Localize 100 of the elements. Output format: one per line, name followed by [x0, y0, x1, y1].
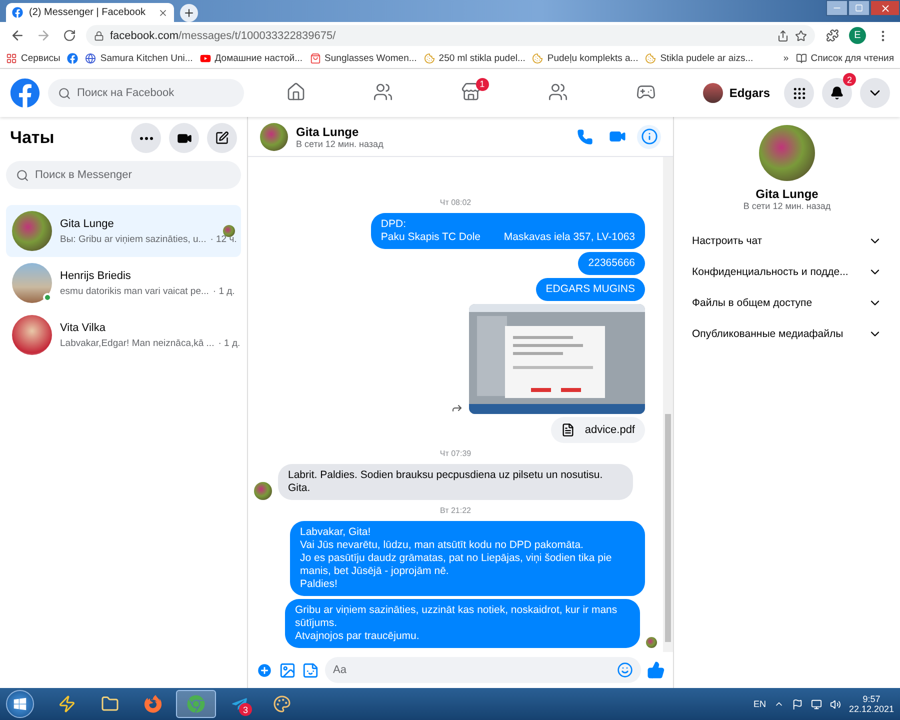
clock-date: 22.12.2021	[848, 704, 894, 714]
smiley-icon[interactable]	[617, 662, 633, 678]
speaker-icon[interactable]	[830, 698, 841, 710]
store-nav-button[interactable]: 1	[450, 78, 491, 108]
bell-icon	[830, 86, 844, 100]
close-button[interactable]	[870, 0, 900, 16]
settings-section[interactable]: Настроить чат	[684, 225, 890, 256]
new-tab-button[interactable]	[180, 4, 198, 22]
contact-name: Vita Vilka	[60, 322, 106, 334]
groups-icon	[548, 82, 568, 102]
avatar-photo	[12, 211, 52, 251]
message-preview: Вы: Gribu ar viņiem sazināties, u...	[60, 234, 206, 244]
online-status: В сети 12 мин. назад	[743, 201, 831, 211]
notifications-button[interactable]	[822, 78, 852, 108]
flag-icon[interactable]	[792, 698, 803, 710]
firefox-icon	[144, 695, 162, 713]
settings-section[interactable]: Опубликованные медиафайлы	[684, 318, 890, 349]
search-icon	[58, 86, 71, 100]
contact-name: Henrijs Briedis	[60, 270, 132, 282]
bookmark-link[interactable]: Samura Kitchen Uni...	[85, 53, 193, 64]
message-timestamp: Чт 07:39	[440, 449, 472, 458]
grid-icon	[792, 86, 806, 100]
account-menu-button[interactable]	[860, 78, 890, 108]
messenger-search-field[interactable]: Поиск в Messenger	[6, 161, 241, 189]
chrome-icon	[187, 695, 205, 713]
online-status: В сети 12 мин. назад	[296, 138, 384, 148]
address-field[interactable]: facebook.com/messages/t/100033322839675/	[86, 25, 815, 46]
message-bubble: EDGARS MUGINS	[536, 278, 645, 301]
bookmark-link[interactable]: Pudeļu komplekts a...	[532, 53, 638, 64]
options-button[interactable]	[131, 123, 161, 153]
avatar-photo	[12, 315, 52, 355]
phone-icon	[577, 128, 593, 144]
facebook-logo-icon	[12, 7, 23, 18]
notification-badge: 3	[239, 703, 252, 716]
message-time: · 1 д.	[212, 286, 235, 296]
search-field[interactable]: Поиск на Facebook	[48, 79, 244, 107]
browser-tab[interactable]: (2) Messenger | Facebook	[6, 3, 174, 22]
facebook-logo[interactable]	[10, 78, 40, 108]
message-timestamp: Чт 08:02	[440, 198, 472, 207]
chat-list-item[interactable]: Gita Lunge Вы: Gribu ar viņiem sazināties, u... · 12 ч.	[6, 205, 241, 257]
star-icon[interactable]	[795, 30, 807, 42]
puzzle-icon	[826, 29, 838, 42]
apps-grid-icon	[6, 53, 17, 64]
bookmark-link[interactable]: Сервисы	[6, 53, 60, 64]
share-icon[interactable]	[777, 30, 789, 42]
new-message-button[interactable]	[207, 123, 237, 153]
forward-arrow-icon	[36, 28, 50, 43]
bookmark-link[interactable]: Stikla pudele ar aizs...	[645, 53, 754, 64]
plus-icon[interactable]	[256, 662, 273, 678]
cookie-icon	[424, 53, 435, 64]
cookie-icon	[645, 53, 656, 64]
chat-list-item[interactable]: Henrijs Briedis esmu datorikis man vari vaicat pe... · 1 д.	[6, 257, 241, 309]
maximize-button[interactable]	[848, 0, 870, 16]
start-button[interactable]	[6, 690, 34, 718]
menu-grid-button[interactable]	[784, 78, 814, 108]
document-icon	[560, 423, 575, 437]
message-input-field[interactable]: Aa	[325, 657, 641, 683]
more-bookmarks-link[interactable]: »	[783, 53, 789, 64]
thumbs-up-icon[interactable]	[647, 661, 665, 679]
settings-section[interactable]: Конфиденциальность и подде...	[684, 256, 890, 287]
play-icon	[200, 53, 211, 64]
language-indicator[interactable]: EN	[753, 699, 766, 709]
bookmark-link[interactable]: Домашние настой...	[200, 53, 303, 64]
compose-icon	[215, 131, 229, 145]
bookmark-link[interactable]	[67, 53, 78, 64]
profile-avatar[interactable]: E	[849, 27, 866, 44]
forward-arrow-icon[interactable]	[451, 402, 463, 414]
facebook-logo-icon	[67, 53, 78, 64]
file-attachment[interactable]: advice.pdf	[550, 417, 645, 443]
monitor-icon[interactable]	[810, 698, 822, 710]
chats-title: Чаты	[10, 128, 56, 148]
info-button[interactable]	[637, 124, 661, 148]
windows-logo-icon	[13, 697, 27, 711]
sticker-icon[interactable]	[302, 662, 319, 678]
friends-icon	[373, 82, 394, 102]
message-bubble: Gribu ar viņiem sazināties, uzzināt kas notiek, noskaidrot, kur ir mans sūtījums. Atvajnojos par traucējumu.	[285, 599, 640, 648]
close-icon[interactable]	[158, 8, 168, 18]
video-call-button[interactable]	[169, 123, 199, 153]
palette-icon	[273, 695, 291, 713]
tab-title: (2) Messenger | Facebook	[29, 7, 147, 18]
minimize-button[interactable]	[826, 0, 848, 16]
bookmark-link[interactable]: Sunglasses Women...	[310, 53, 417, 64]
plus-icon	[183, 7, 195, 19]
taskbar-app-button[interactable]: 3	[219, 690, 259, 718]
settings-section[interactable]: Файлы в общем доступе	[684, 287, 890, 318]
chat-list-item[interactable]: Vita Vilka Labvakar,Edgar! Man neiznāca,kā ... · 1 д.	[6, 309, 241, 361]
info-icon	[640, 128, 658, 145]
scrollbar[interactable]	[663, 157, 673, 652]
ellipsis-icon	[140, 136, 152, 140]
avatar-photo	[254, 482, 272, 500]
contact-name: Gita Lunge	[60, 218, 115, 230]
contact-name: Gita Lunge	[296, 124, 360, 138]
profile-button[interactable]: Edgars	[697, 82, 776, 104]
lock-icon	[94, 30, 104, 40]
globe-icon	[85, 53, 96, 64]
bookmark-link[interactable]: 250 ml stikla pudel...	[424, 53, 526, 64]
reading-list-link[interactable]: Список для чтения	[796, 53, 894, 64]
message-timestamp: Вт 21:22	[440, 506, 471, 515]
image-icon[interactable]	[279, 662, 296, 678]
reload-icon	[62, 29, 76, 42]
